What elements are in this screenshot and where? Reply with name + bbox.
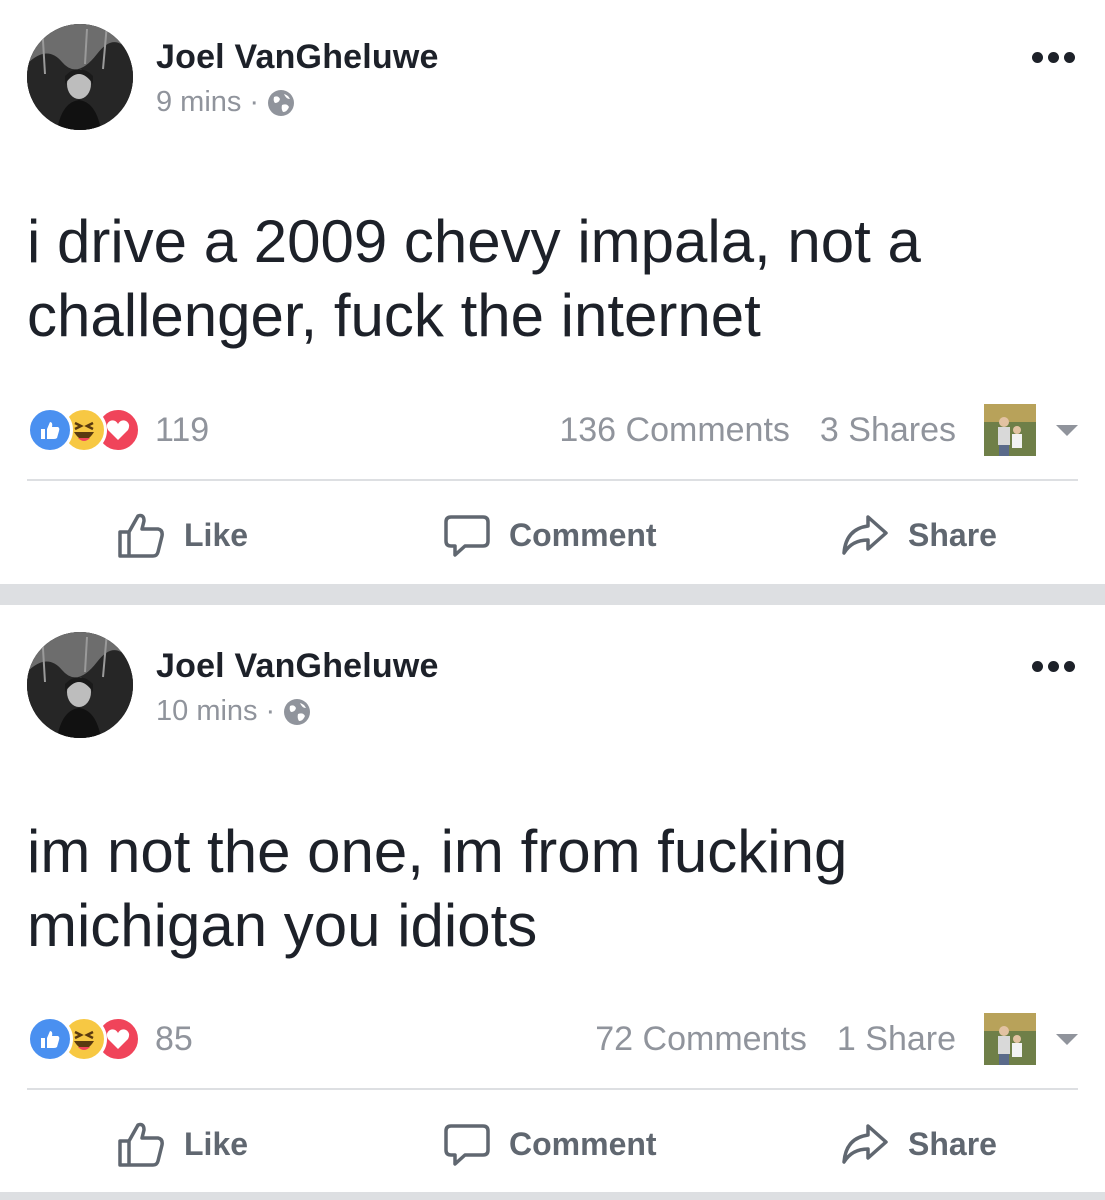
post-meta: 9 mins · (156, 86, 295, 119)
post-text: im not the one, im from fucking michigan… (27, 818, 848, 959)
comment-button[interactable]: Comment (443, 1120, 657, 1168)
post-card: Joel VanGheluwe 10 mins · im not the one… (0, 605, 1105, 1195)
share-count[interactable]: 3 Shares (820, 411, 956, 450)
comment-button[interactable]: Comment (443, 511, 657, 559)
action-bar: Like Comment Share (0, 1099, 1105, 1189)
share-arrow-icon (842, 1124, 888, 1164)
share-button[interactable]: Share (840, 513, 997, 557)
globe-icon (284, 698, 311, 725)
comment-label: Comment (509, 516, 657, 553)
caret-down-icon[interactable] (1056, 1033, 1078, 1045)
like-reaction-icon (27, 1016, 73, 1062)
post-stats: 119 136 Comments 3 Shares (27, 400, 1078, 460)
engagement-stats: 136 Comments 3 Shares (559, 404, 1078, 456)
sharer-avatar[interactable] (984, 404, 1036, 456)
comment-icon (444, 1124, 490, 1166)
like-button[interactable]: Like (116, 510, 248, 560)
reaction-count: 85 (155, 1019, 193, 1058)
avatar[interactable] (27, 24, 133, 130)
like-label: Like (184, 1125, 249, 1162)
meta-separator: · (265, 695, 276, 727)
divider (27, 479, 1078, 481)
comment-label: Comment (509, 1125, 657, 1162)
share-count[interactable]: 1 Share (837, 1020, 956, 1059)
action-bar: Like Comment Share (0, 490, 1105, 580)
post-card: Joel VanGheluwe 9 mins · i drive a 2009 … (0, 0, 1105, 584)
avatar[interactable] (27, 632, 133, 738)
comment-icon (444, 515, 490, 557)
post-text: i drive a 2009 chevy impala, not a chall… (27, 208, 921, 349)
comment-count[interactable]: 72 Comments (595, 1020, 807, 1059)
thumbs-up-icon (118, 513, 164, 558)
post-stats: 85 72 Comments 1 Share (27, 1009, 1078, 1069)
reaction-count: 119 (155, 410, 210, 449)
globe-icon (268, 89, 295, 116)
share-label: Share (908, 1125, 997, 1162)
reactions-summary[interactable]: 85 (27, 1016, 193, 1062)
post-meta: 10 mins · (156, 695, 311, 728)
thumbs-up-icon (118, 1122, 164, 1167)
author-name[interactable]: Joel VanGheluwe (156, 38, 439, 77)
feed-separator (0, 1192, 1105, 1200)
sharer-avatar[interactable] (984, 1013, 1036, 1065)
engagement-stats: 72 Comments 1 Share (595, 1013, 1078, 1065)
reactions-summary[interactable]: 119 (27, 407, 209, 453)
share-arrow-icon (842, 515, 888, 555)
more-options-icon[interactable] (1032, 52, 1075, 63)
post-time[interactable]: 10 mins (156, 695, 258, 728)
comment-count[interactable]: 136 Comments (559, 411, 790, 450)
post-time[interactable]: 9 mins (156, 86, 241, 119)
feed-separator (0, 584, 1105, 605)
like-label: Like (184, 516, 249, 553)
more-options-icon[interactable] (1032, 661, 1075, 672)
meta-separator: · (249, 86, 260, 118)
like-reaction-icon (27, 407, 73, 453)
author-name[interactable]: Joel VanGheluwe (156, 647, 439, 686)
share-label: Share (908, 516, 997, 553)
caret-down-icon[interactable] (1056, 424, 1078, 436)
share-button[interactable]: Share (840, 1122, 997, 1166)
divider (27, 1088, 1078, 1090)
like-button[interactable]: Like (116, 1119, 248, 1169)
